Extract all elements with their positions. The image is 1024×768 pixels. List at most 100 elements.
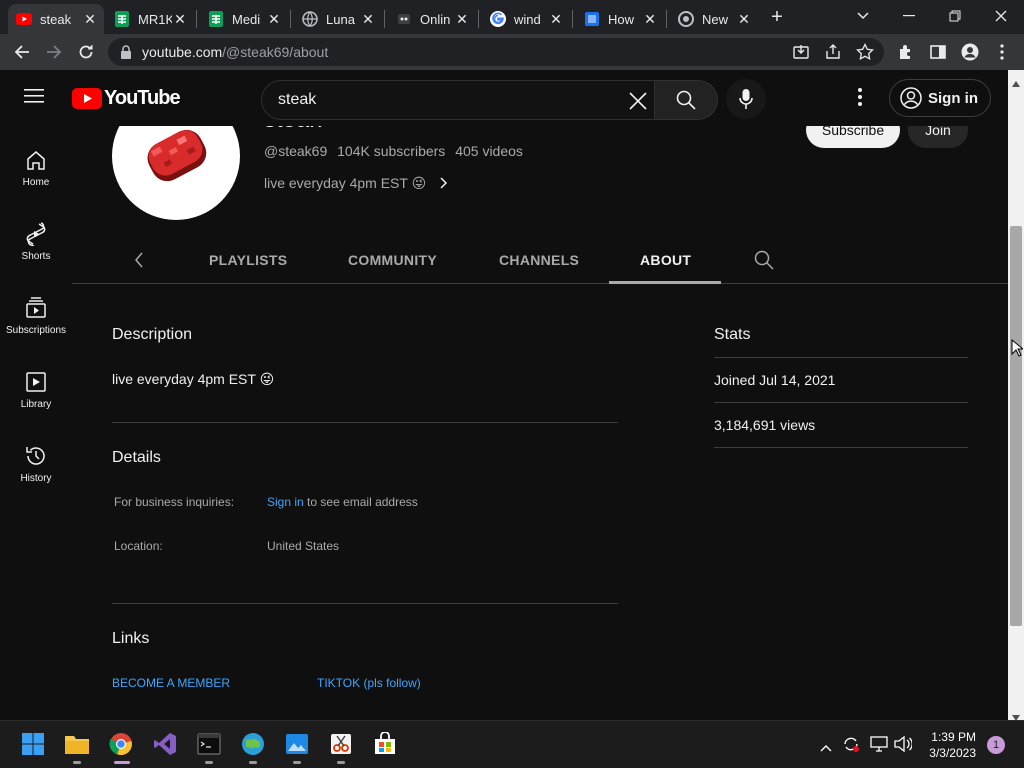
close-tab-icon[interactable]: ✕ [454,11,470,27]
site-icon [396,11,412,27]
install-app-icon[interactable] [792,43,810,66]
guide-item-subscriptions[interactable]: Subscriptions [0,296,72,370]
voice-search-button[interactable] [726,79,766,119]
back-icon[interactable] [10,40,34,64]
restore-icon[interactable] [932,0,978,32]
guide-label: Home [22,177,50,188]
sign-in-button[interactable]: Sign in [889,79,991,117]
url-text[interactable]: youtube.com/@steak69/about [142,44,328,60]
chrome-menu-icon[interactable] [990,40,1014,64]
guide-item-shorts[interactable]: Shorts [0,222,72,296]
tab-playlists[interactable]: PLAYLISTS [209,252,287,268]
minimize-icon[interactable] [886,0,932,32]
microphone-icon [739,89,753,109]
divider [714,402,968,403]
page-scrollbar[interactable] [1008,70,1024,721]
url-host: youtube.com [142,44,223,60]
tray-overflow-chevron-icon[interactable] [820,739,832,757]
tab-google-windows[interactable]: wind ✕ [482,4,570,34]
app-running-indicator [205,761,213,764]
tab-separator [572,10,573,28]
scrollbar-thumb[interactable] [1010,226,1022,626]
close-tab-icon[interactable]: ✕ [172,11,188,27]
close-tab-icon[interactable]: ✕ [642,11,658,27]
chevron-right-icon [440,176,448,192]
channel-tabs: PLAYLISTS COMMUNITY CHANNELS ABOUT [72,238,1008,284]
channel-handle: @steak69 [264,143,328,159]
description-text: live everyday 4pm EST 😜 [112,371,275,387]
bookmark-star-icon[interactable] [856,42,874,66]
volume-icon[interactable] [894,735,913,757]
mouse-cursor-icon [1011,338,1024,362]
notification-badge[interactable]: 1 [987,736,1005,754]
app-running-indicator [73,761,81,764]
tab-separator [290,10,291,28]
guide-item-home[interactable]: Home [0,148,72,222]
settings-more-icon[interactable] [852,88,868,110]
share-icon[interactable] [824,43,842,66]
channel-search-icon[interactable] [754,250,774,275]
tab-sheets-media[interactable]: Medi ✕ [200,4,288,34]
sign-in-link[interactable]: Sign in [267,495,304,509]
tab-about[interactable]: ABOUT [640,252,691,268]
tab-new[interactable]: New ✕ [670,4,758,34]
scroll-up-arrow-icon[interactable] [1012,74,1020,92]
visual-studio-icon[interactable] [152,731,178,757]
channel-tagline[interactable]: live everyday 4pm EST 😜 [264,175,448,192]
close-tab-icon[interactable]: ✕ [82,11,98,27]
close-window-icon[interactable] [978,0,1024,32]
search-button[interactable] [654,80,718,120]
tab-channels[interactable]: CHANNELS [499,252,579,268]
photos-icon[interactable] [284,731,310,757]
tab-luna[interactable]: Luna ✕ [294,4,382,34]
terminal-icon[interactable] [196,731,222,757]
clear-search-icon[interactable] [628,91,648,116]
app-running-indicator [293,761,301,764]
search-input[interactable]: steak [261,80,655,120]
start-icon[interactable] [20,731,46,757]
hamburger-menu-icon[interactable] [24,86,48,110]
tab-search-icon[interactable] [840,0,886,32]
tab-youtube-steak[interactable]: steak ✕ [8,4,104,34]
link-become-member[interactable]: BECOME A MEMBER [112,676,230,690]
home-icon [24,148,48,172]
extensions-icon[interactable] [894,40,918,64]
store-icon[interactable] [372,731,398,757]
guide-label: History [20,473,52,484]
tab-sheets-mr1k[interactable]: MR1K ✕ [106,4,194,34]
chrome-taskbar-icon[interactable] [108,731,134,757]
tab-online[interactable]: Onlin ✕ [388,4,476,34]
tabs-scroll-left-icon[interactable] [134,252,144,273]
guide-item-history[interactable]: History [0,444,72,518]
tab-community[interactable]: COMMUNITY [348,252,437,268]
address-bar[interactable]: youtube.com/@steak69/about [108,38,884,66]
close-tab-icon[interactable]: ✕ [266,11,282,27]
lock-icon[interactable] [120,45,132,64]
system-clock[interactable]: 1:39 PM 3/3/2023 [918,729,976,761]
file-explorer-icon[interactable] [64,731,90,757]
tab-how[interactable]: How ✕ [576,4,664,34]
profile-icon[interactable] [958,40,982,64]
close-tab-icon[interactable]: ✕ [548,11,564,27]
new-tab-button[interactable]: + [766,6,788,28]
network-icon[interactable] [870,736,888,757]
link-tiktok[interactable]: TIKTOK (pls follow) [317,676,421,690]
side-panel-icon[interactable] [926,40,950,64]
tab-title: New [702,11,729,27]
snipping-tool-icon[interactable] [328,731,354,757]
close-tab-icon[interactable]: ✕ [360,11,376,27]
youtube-logo[interactable]: YouTube [72,87,181,110]
subscriptions-icon [24,296,48,320]
sync-icon[interactable] [842,735,860,758]
browser-tab-strip: steak ✕ MR1K ✕ Medi ✕ Luna ✕ Onlin ✕ win… [0,0,1024,34]
app-running-indicator [337,761,345,764]
forward-icon[interactable] [42,40,66,64]
location-value: United States [267,539,340,553]
guide-sidebar: Home Shorts Subscriptions Library Histor… [0,126,72,720]
close-tab-icon[interactable]: ✕ [736,11,752,27]
tab-separator [478,10,479,28]
app-running-indicator [249,761,257,764]
guide-item-library[interactable]: Library [0,370,72,444]
reload-icon[interactable] [74,40,98,64]
maps-icon[interactable] [240,731,266,757]
